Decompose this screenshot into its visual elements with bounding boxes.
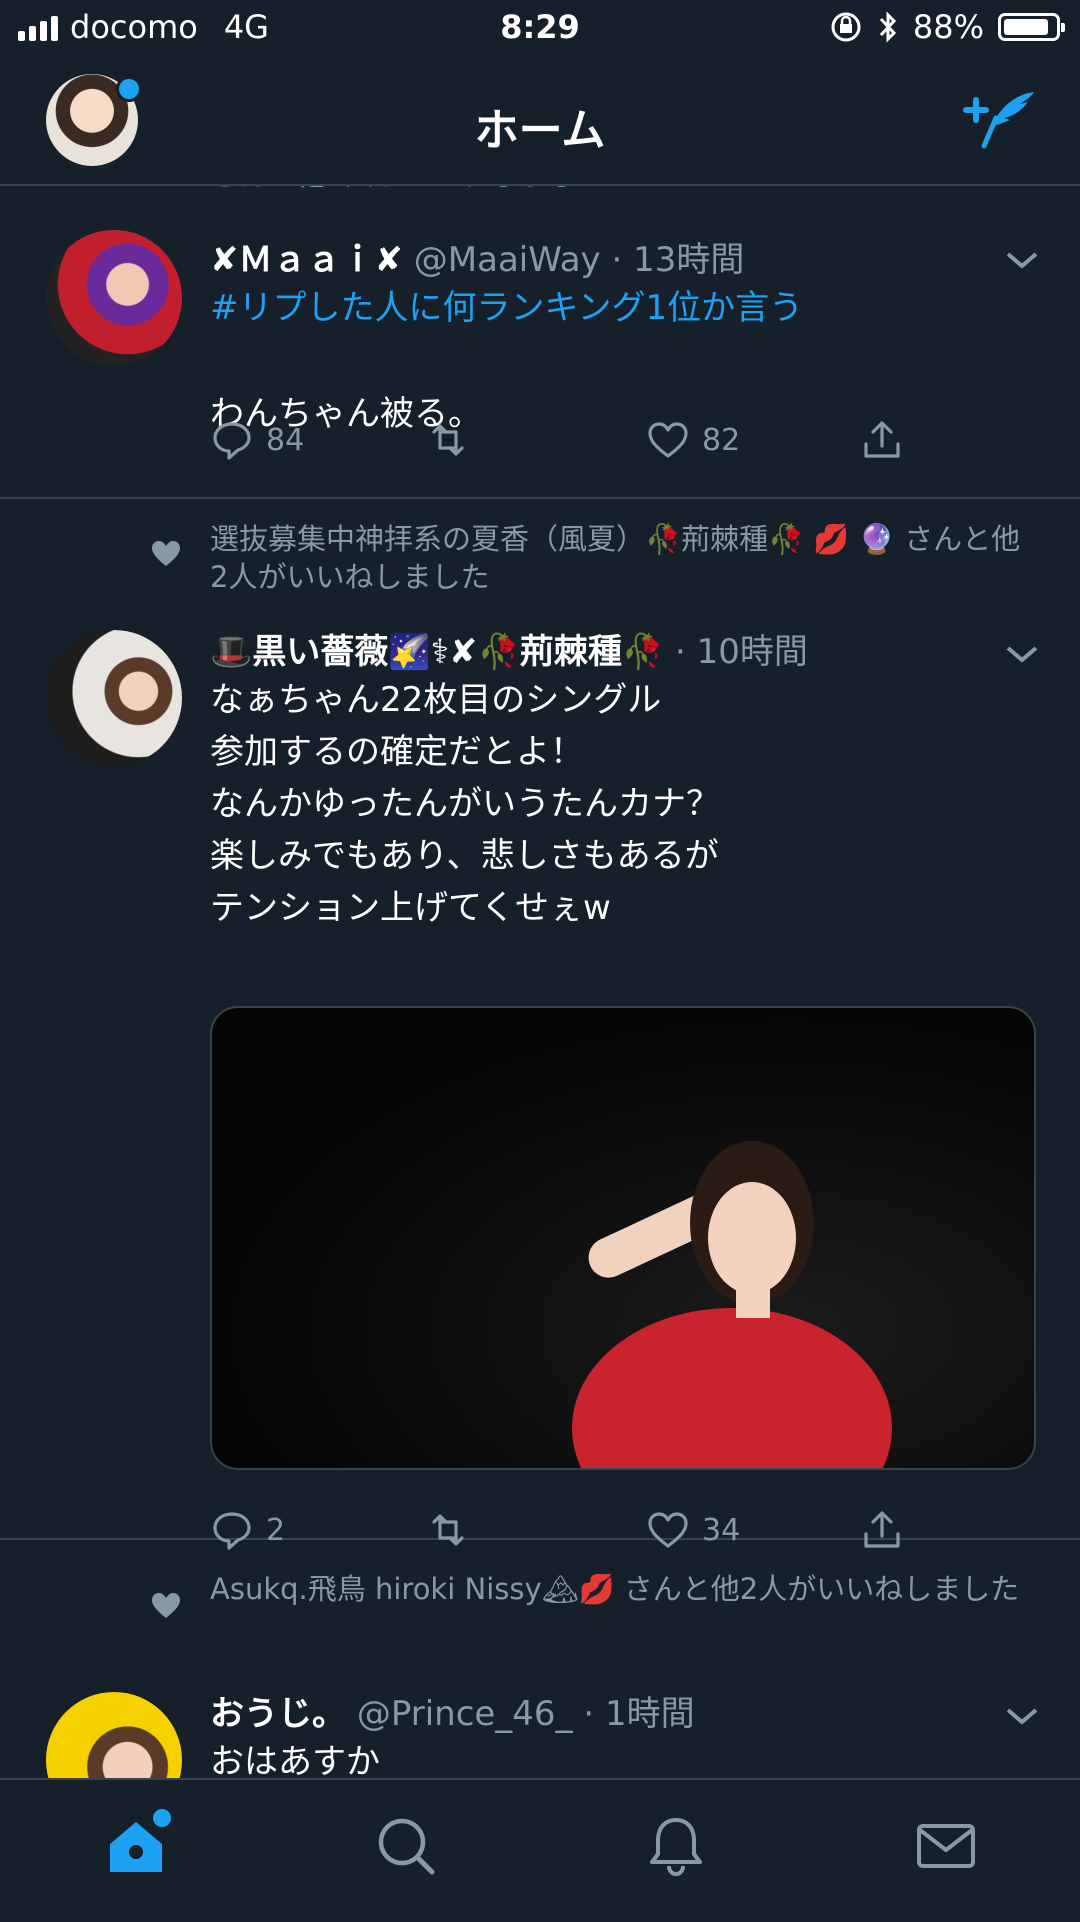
battery-percent: 88% [912, 8, 984, 46]
tweet-text: なぁちゃん22枚目のシングル 参加するの確定だとよ！ なんかゆったんがいうたんカ… [210, 680, 720, 928]
tweet-header: おうじ。 @Prince_46_ · 1時間 [210, 1686, 695, 1735]
avatar[interactable] [46, 630, 182, 766]
share-button[interactable] [860, 418, 904, 462]
tweet-header: 🎩黒い薔薇🌠⚕✘🥀荊棘種🥀 · 10時間 [210, 624, 808, 673]
heart-icon [152, 1593, 180, 1618]
social-context: 選抜募集中神拝系の夏香（風夏）🥀荊棘種🥀 💋 🔮 さんと他2人がいいねしました [210, 522, 1021, 594]
tweet-time: · 13時間 [611, 240, 745, 280]
tweet-header: ✘Ｍａａｉ✘ @MaaiWay · 13時間 [210, 232, 744, 281]
like-count: 82 [702, 422, 741, 458]
reply-button[interactable]: 84 [210, 418, 304, 462]
compose-tweet-icon[interactable] [962, 88, 1040, 152]
rotation-lock-icon [831, 12, 861, 42]
display-name[interactable]: ✘Ｍａａｉ✘ [210, 240, 403, 280]
reply-icon [213, 422, 251, 460]
chevron-down-icon[interactable] [1004, 642, 1040, 666]
bottom-tab-bar [0, 1778, 1080, 1922]
search-icon[interactable] [374, 1814, 438, 1878]
social-context: Asukq.飛鳥 hiroki Nissy🏔💋 さんと他2人がいいねしました [210, 1572, 1020, 1606]
hashtag-link[interactable]: #リプした人に何ランキング1位か言う [210, 282, 1030, 334]
status-bar: docomo 4G 8:29 88% [0, 0, 1080, 58]
timeline[interactable]: さんと他7人がいいねしました ✘Ｍａａｉ✘ @MaaiWay · 13時間 #リ… [0, 184, 1080, 1778]
chevron-down-icon[interactable] [1004, 248, 1040, 272]
share-icon [864, 421, 900, 458]
page-title: ホーム [474, 105, 606, 156]
tweet-photo[interactable] [210, 1006, 1036, 1470]
bluetooth-icon [879, 11, 896, 43]
retweet-button[interactable] [426, 418, 470, 462]
chevron-down-icon[interactable] [1004, 1704, 1040, 1728]
reply-count: 84 [266, 422, 305, 458]
like-button[interactable]: 82 [646, 418, 740, 462]
tweet[interactable]: Asukq.飛鳥 hiroki Nissy🏔💋 さんと他2人がいいねしました お… [0, 1540, 1080, 1778]
tweet[interactable]: 選抜募集中神拝系の夏香（風夏）🥀荊棘種🥀 💋 🔮 さんと他2人がいいねしました … [0, 498, 1080, 1550]
display-name[interactable]: 🎩黒い薔薇🌠⚕✘🥀荊棘種🥀 [210, 632, 664, 672]
heart-icon [152, 541, 180, 566]
battery-icon [998, 13, 1065, 41]
notification-dot [150, 1806, 174, 1830]
top-header: ホーム [0, 58, 1080, 186]
tweet-time: · 1時間 [583, 1694, 695, 1734]
heart-icon [648, 422, 688, 458]
avatar[interactable] [46, 230, 182, 366]
tweet-time: · 10時間 [675, 632, 808, 672]
messages-envelope-icon[interactable] [914, 1814, 978, 1878]
user-handle[interactable]: @MaaiWay [414, 240, 601, 280]
tweet[interactable]: さんと他7人がいいねしました ✘Ｍａａｉ✘ @MaaiWay · 13時間 #リ… [0, 184, 1080, 499]
tweet-actions: 84 82 [210, 418, 910, 468]
avatar[interactable] [46, 1692, 182, 1778]
display-name[interactable]: おうじ。 [210, 1694, 346, 1734]
retweet-icon [432, 424, 464, 456]
tweet-text: おはあすか [210, 1742, 380, 1778]
photo-content [572, 1141, 892, 1468]
notifications-bell-icon[interactable] [644, 1814, 708, 1878]
user-handle[interactable]: @Prince_46_ [357, 1694, 573, 1734]
